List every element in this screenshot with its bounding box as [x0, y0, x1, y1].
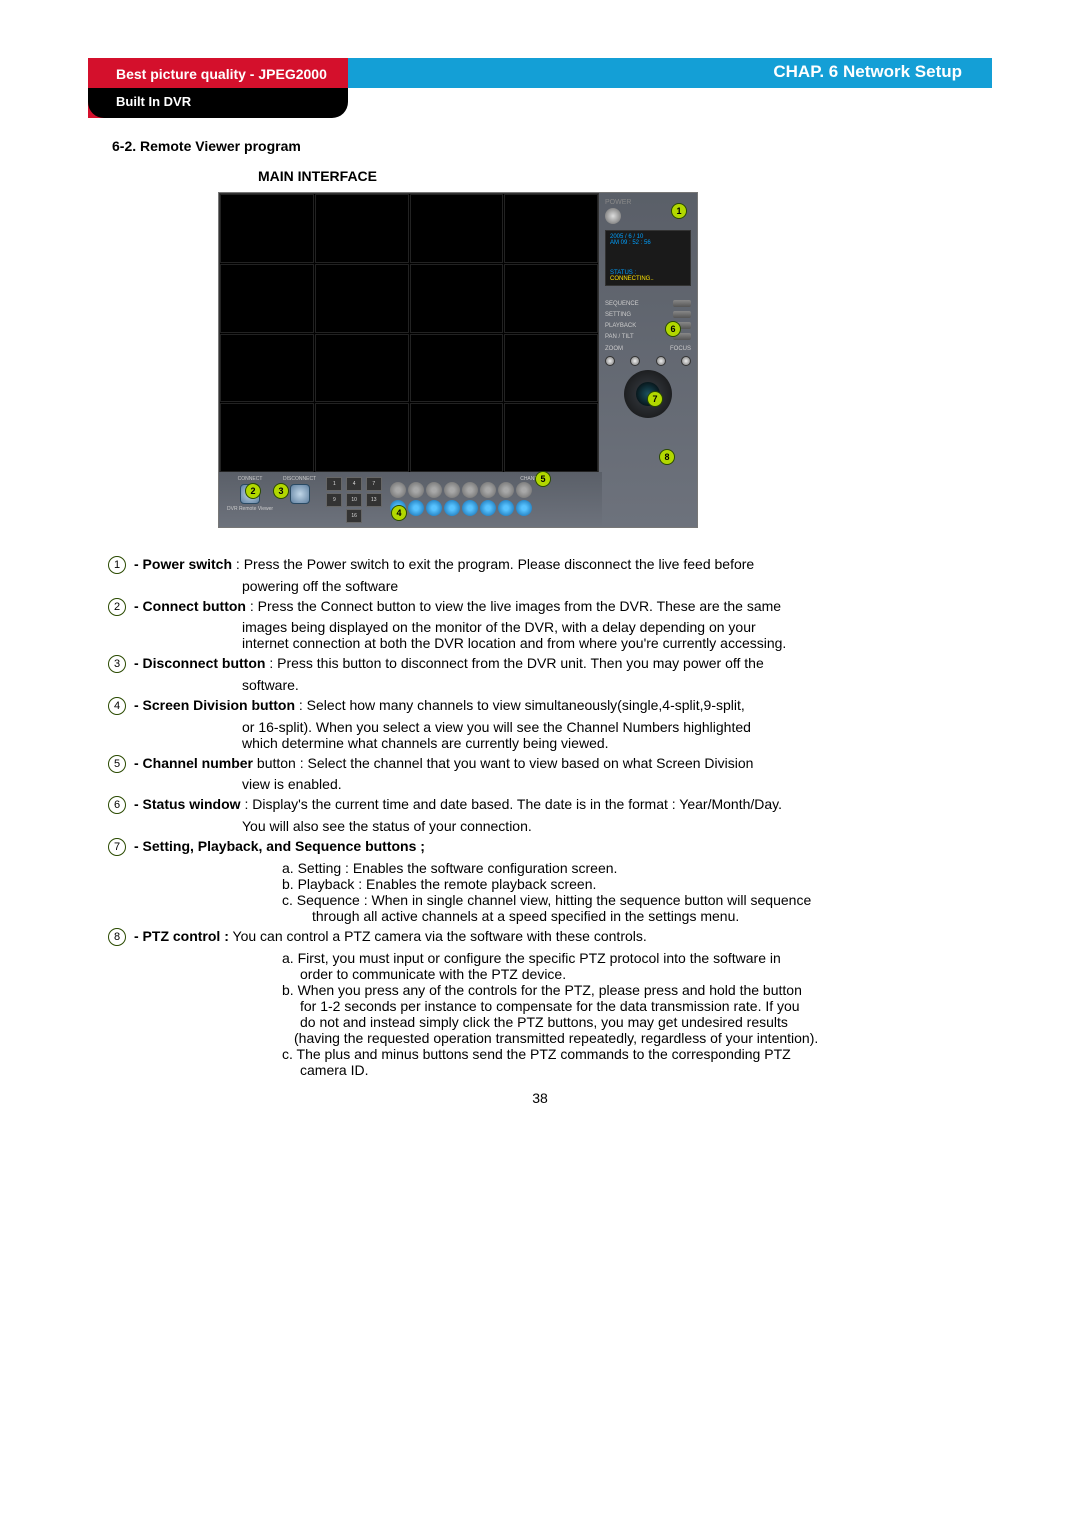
item-7-c2: through all active channels at a speed s… — [312, 908, 992, 924]
item-6: 6 - Status window : Display's the curren… — [88, 794, 992, 816]
status-block: 2005 / 6 / 10 AM 09 : 52 : 56 STATUS : C… — [605, 230, 691, 286]
item-text: - PTZ control : You can control a PTZ ca… — [134, 926, 992, 948]
power-icon — [605, 208, 621, 224]
item-1-cont: powering off the software — [242, 578, 992, 594]
item-8-b2: for 1-2 seconds per instance to compensa… — [300, 998, 992, 1014]
callout-3: 3 — [273, 483, 289, 499]
subsection-heading: MAIN INTERFACE — [258, 168, 992, 184]
item-text: - Screen Division button : Select how ma… — [134, 695, 992, 717]
channel-col: CHANNEL — [390, 476, 546, 523]
video-grid — [219, 193, 599, 473]
item-number: 1 — [108, 556, 126, 574]
item-1: 1 - Power switch : Press the Power switc… — [88, 554, 992, 576]
section-heading: 6-2. Remote Viewer program — [112, 138, 992, 154]
split-4: 4 — [346, 477, 362, 491]
item-number: 6 — [108, 796, 126, 814]
callout-2: 2 — [245, 483, 261, 499]
split-9: 9 — [326, 493, 342, 507]
split-7: 7 — [366, 477, 382, 491]
focus-label: FOCUS — [670, 346, 691, 352]
item-8: 8 - PTZ control : You can control a PTZ … — [88, 926, 992, 948]
setting-label: SETTING — [605, 312, 631, 318]
item-6-cont: You will also see the status of your con… — [242, 818, 992, 834]
item-8-a2: order to communicate with the PTZ device… — [300, 966, 992, 982]
callout-5: 5 — [535, 471, 551, 487]
subtitle-tab: Built In DVR — [88, 88, 348, 118]
chapter-tab: CHAP. 6 Network Setup — [348, 58, 992, 88]
explanations: 1 - Power switch : Press the Power switc… — [88, 554, 992, 1078]
item-2-cont2: internet connection at both the DVR loca… — [242, 635, 992, 651]
pantilt-label: PAN / TILT — [605, 334, 634, 340]
item-number: 4 — [108, 697, 126, 715]
item-number: 3 — [108, 655, 126, 673]
item-number: 5 — [108, 755, 126, 773]
sequence-label: SEQUENCE — [605, 301, 639, 307]
item-number: 8 — [108, 928, 126, 946]
channel-buttons — [390, 482, 546, 516]
zoom-minus-icon — [630, 356, 640, 366]
item-text: - Channel number button : Select the cha… — [134, 753, 992, 775]
item-7-b: b. Playback : Enables the remote playbac… — [282, 876, 992, 892]
header-tabs: CHAP. 6 Network Setup Best picture quali… — [88, 58, 992, 118]
item-text: - Status window : Display's the current … — [134, 794, 992, 816]
item-2: 2 - Connect button : Press the Connect b… — [88, 596, 992, 618]
item-5: 5 - Channel number button : Select the c… — [88, 753, 992, 775]
disconnect-button-icon — [290, 484, 310, 504]
item-2-cont: images being displayed on the monitor of… — [242, 619, 992, 635]
zoom-label: ZOOM — [605, 346, 623, 352]
callout-7: 7 — [647, 391, 663, 407]
split-10: 10 — [346, 493, 362, 507]
connect-label: CONNECT — [238, 476, 263, 482]
side-panel: POWER 2005 / 6 / 10 AM 09 : 52 : 56 STAT… — [599, 193, 697, 527]
sub-title: Built In DVR — [116, 94, 191, 109]
focus-minus-icon — [681, 356, 691, 366]
callout-4: 4 — [391, 505, 407, 521]
item-text: - Disconnect button : Press this button … — [134, 653, 992, 675]
disconnect-col: DISCONNECT — [281, 476, 318, 523]
item-5-cont: view is enabled. — [242, 776, 992, 792]
item-4-cont: or 16-split). When you select a view you… — [242, 719, 992, 735]
split-1: 1 — [326, 477, 342, 491]
item-8-b4: (having the requested operation transmit… — [294, 1030, 992, 1046]
item-7-a: a. Setting : Enables the software config… — [282, 860, 992, 876]
item-text: - Power switch : Press the Power switch … — [134, 554, 992, 576]
item-3: 3 - Disconnect button : Press this butto… — [88, 653, 992, 675]
item-4-cont2: which determine what channels are curren… — [242, 735, 992, 751]
viewer-label: DVR Remote Viewer — [227, 506, 273, 512]
item-text: - Setting, Playback, and Sequence button… — [134, 836, 992, 858]
item-number: 7 — [108, 838, 126, 856]
callout-1: 1 — [671, 203, 687, 219]
item-8-c1: c. The plus and minus buttons send the P… — [282, 1046, 992, 1062]
division-col: 1 4 7 9 10 13 16 — [324, 476, 384, 523]
item-text: - Connect button : Press the Connect but… — [134, 596, 992, 618]
page: CHAP. 6 Network Setup Best picture quali… — [0, 0, 1080, 1527]
main-title: Best picture quality - JPEG2000 — [116, 66, 327, 82]
callout-6: 6 — [665, 321, 681, 337]
callout-8: 8 — [659, 449, 675, 465]
main-interface-screenshot: POWER 2005 / 6 / 10 AM 09 : 52 : 56 STAT… — [218, 192, 698, 528]
split-13: 13 — [366, 493, 382, 507]
item-3-cont: software. — [242, 677, 992, 693]
split-16: 16 — [346, 509, 362, 523]
sequence-button — [673, 300, 691, 307]
zoom-plus-icon — [605, 356, 615, 366]
setting-button — [673, 311, 691, 318]
chapter-title: CHAP. 6 Network Setup — [773, 62, 962, 81]
item-4: 4 - Screen Division button : Select how … — [88, 695, 992, 717]
status-value: CONNECTING.. — [610, 276, 686, 282]
disconnect-label: DISCONNECT — [283, 476, 316, 482]
focus-plus-icon — [656, 356, 666, 366]
item-7: 7 - Setting, Playback, and Sequence butt… — [88, 836, 992, 858]
item-number: 2 — [108, 598, 126, 616]
item-8-c2: camera ID. — [300, 1062, 992, 1078]
page-number: 38 — [88, 1090, 992, 1106]
item-8-b3: do not and instead simply click the PTZ … — [300, 1014, 992, 1030]
item-8-a1: a. First, you must input or configure th… — [282, 950, 992, 966]
item-7-c1: c. Sequence : When in single channel vie… — [282, 892, 992, 908]
item-8-b1: b. When you press any of the controls fo… — [282, 982, 992, 998]
playback-label: PLAYBACK — [605, 323, 636, 329]
